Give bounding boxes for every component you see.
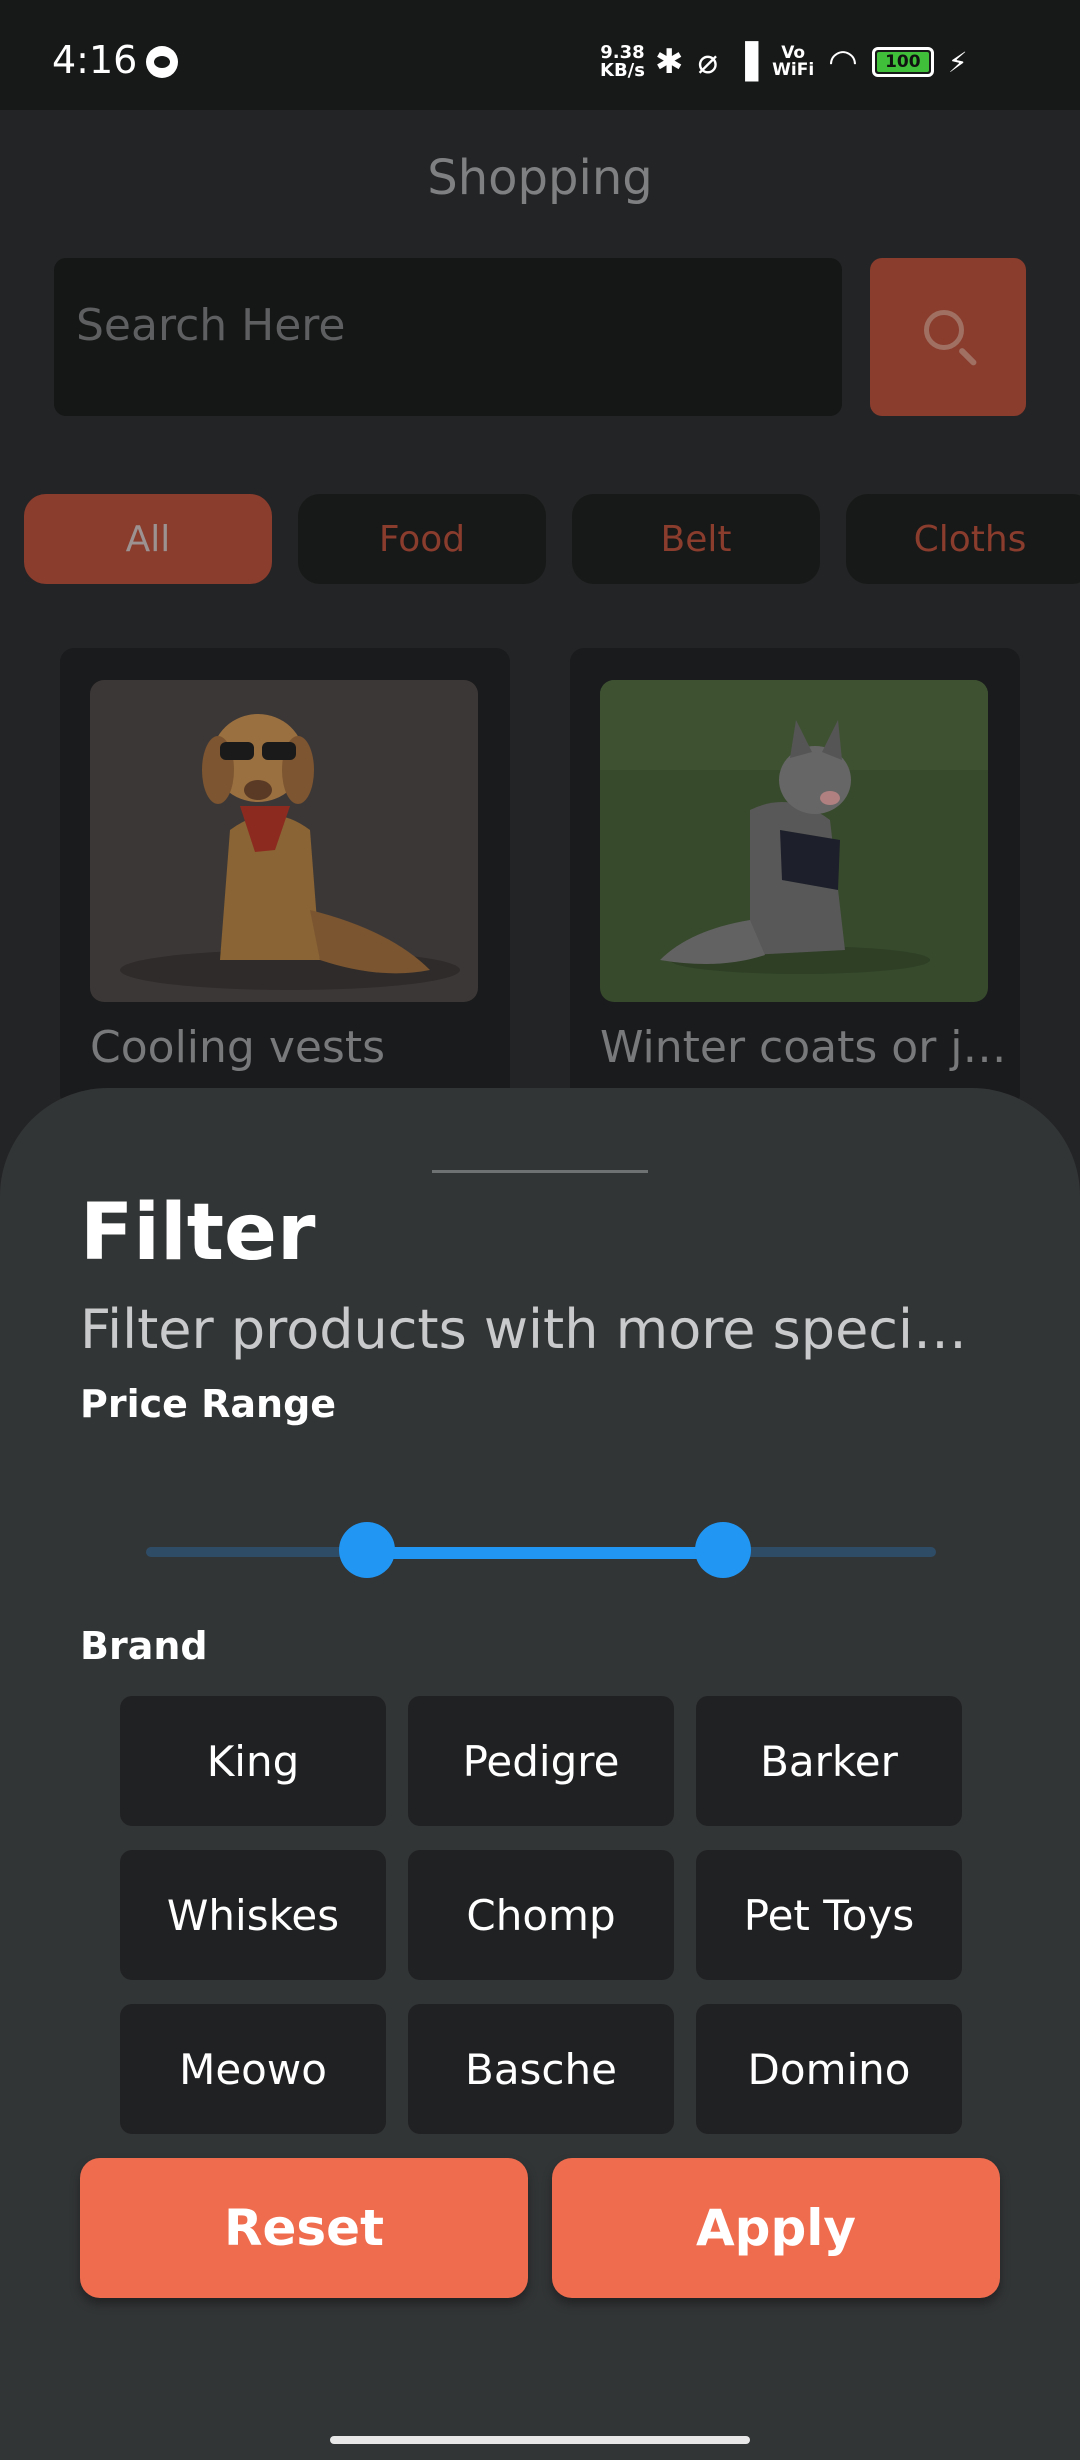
screen: 4:16 9.38 KB/s ✱ ⌀ ▐ Vo WiFi ◠ 100 ⚡ Sho… (0, 0, 1080, 2460)
slider-thumb-min[interactable] (339, 1522, 396, 1578)
product-name: Winter coats or jackets (600, 1022, 1010, 1073)
bluetooth-icon: ✱ (655, 42, 684, 82)
slider-thumb-max[interactable] (694, 1522, 751, 1578)
home-indicator[interactable] (330, 2436, 750, 2444)
brand-option-pedigre[interactable]: Pedigre (408, 1696, 674, 1826)
search-placeholder: Search Here (76, 300, 346, 351)
category-chip-cloths[interactable]: Cloths (846, 494, 1080, 584)
product-card[interactable]: Cooling vests (60, 648, 510, 1108)
product-image (90, 680, 478, 1002)
search-input[interactable]: Search Here (54, 258, 842, 416)
search-icon (924, 310, 964, 350)
filter-subtitle: Filter products with more specific optio… (80, 1298, 1000, 1361)
vowifi-icon: Vo WiFi (772, 43, 815, 80)
network-speed: 9.38 KB/s (600, 42, 645, 81)
brand-option-domino[interactable]: Domino (696, 2004, 962, 2134)
page-title: Shopping (427, 150, 653, 206)
wolfdog-image (600, 680, 988, 1002)
apply-button[interactable]: Apply (552, 2158, 1000, 2298)
notification-cat-icon (146, 46, 178, 78)
battery-icon: 100 (871, 47, 934, 77)
category-chips: All Food Belt Cloths (24, 494, 1080, 584)
filter-actions: Reset Apply (80, 2158, 1000, 2298)
golden-retriever-image (90, 680, 478, 1002)
brand-option-pet-toys[interactable]: Pet Toys (696, 1850, 962, 1980)
brand-label: Brand (80, 1624, 208, 1668)
brand-option-barker[interactable]: Barker (696, 1696, 962, 1826)
filter-bottom-sheet: Filter Filter products with more specifi… (0, 1088, 1080, 2460)
mute-icon: ⌀ (697, 42, 718, 82)
category-chip-all[interactable]: All (24, 494, 272, 584)
reset-button[interactable]: Reset (80, 2158, 528, 2298)
category-chip-belt[interactable]: Belt (572, 494, 820, 584)
product-card[interactable]: Winter coats or jackets (570, 648, 1020, 1108)
product-name: Cooling vests (90, 1022, 386, 1073)
signal-icon: ▐ (731, 42, 759, 82)
category-chip-food[interactable]: Food (298, 494, 546, 584)
charging-icon: ⚡ (947, 45, 968, 79)
status-bar: 4:16 9.38 KB/s ✱ ⌀ ▐ Vo WiFi ◠ 100 ⚡ (0, 0, 1080, 110)
status-time: 4:16 (52, 38, 138, 82)
wifi-icon: ◠ (828, 42, 858, 82)
brand-grid: King Pedigre Barker Whiskes Chomp Pet To… (120, 1696, 962, 2134)
brand-option-basche[interactable]: Basche (408, 2004, 674, 2134)
brand-option-whiskes[interactable]: Whiskes (120, 1850, 386, 1980)
slider-active-range (367, 1547, 723, 1559)
brand-option-chomp[interactable]: Chomp (408, 1850, 674, 1980)
price-range-label: Price Range (80, 1382, 337, 1426)
brand-option-meowo[interactable]: Meowo (120, 2004, 386, 2134)
product-image (600, 680, 988, 1002)
sheet-drag-handle[interactable] (432, 1170, 648, 1173)
filter-title: Filter (80, 1188, 316, 1278)
brand-option-king[interactable]: King (120, 1696, 386, 1826)
search-button[interactable] (870, 258, 1026, 416)
